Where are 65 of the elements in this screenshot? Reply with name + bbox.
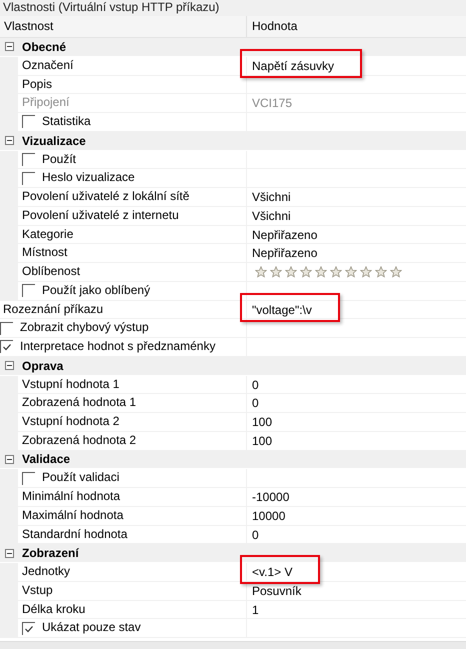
section-header: Validace [22, 452, 70, 466]
property-value[interactable]: Posuvník [252, 582, 302, 600]
property-label: Vstupní hodnota 2 [18, 413, 247, 431]
checkbox-label: Statistika [42, 113, 91, 130]
property-label: Označení [18, 56, 247, 74]
checkbox[interactable] [22, 172, 35, 185]
property-label: Rozeznání příkazu [0, 300, 247, 318]
checkbox[interactable] [22, 622, 35, 635]
property-label: Minimální hodnota [18, 488, 247, 506]
property-label: Vstupní hodnota 1 [18, 376, 247, 394]
property-label: Povolení uživatelé z internetu [18, 206, 247, 224]
property-value[interactable]: Napětí zásuvky [252, 56, 334, 75]
checkbox[interactable] [0, 322, 13, 335]
property-label: Oblíbenost [18, 263, 247, 281]
property-label: Zobrazená hodnota 2 [18, 432, 247, 450]
section-header: Vizualizace [22, 134, 86, 148]
column-header[interactable]: Hodnota [247, 16, 298, 37]
property-label: Povolení uživatelé z lokální sítě [18, 188, 247, 206]
property-label: Délka kroku [18, 600, 247, 618]
checkbox-label: Heslo vizualizace [42, 169, 135, 186]
panel-title: Vlastnosti (Virtuální vstup HTTP příkazu) [0, 0, 466, 16]
property-value[interactable]: Všichni [252, 206, 291, 225]
checkbox-label: Použít validaci [42, 469, 120, 486]
collapse-icon[interactable] [5, 136, 14, 146]
property-value[interactable]: 0 [252, 394, 259, 412]
property-value[interactable]: <v.1> V [252, 563, 292, 581]
property-label: Místnost [18, 244, 247, 262]
property-label: Jednotky [18, 563, 247, 581]
checkbox[interactable] [22, 152, 35, 166]
property-label: Vstup [18, 582, 247, 600]
collapse-icon[interactable] [5, 454, 14, 464]
property-label: Kategorie [18, 226, 247, 244]
property-value[interactable]: 10000 [252, 506, 286, 525]
checkbox-label: Použít jako oblíbený [42, 282, 150, 299]
collapse-icon[interactable] [5, 361, 14, 370]
collapse-icon[interactable] [5, 548, 14, 558]
property-value[interactable]: -10000 [252, 488, 290, 506]
checkbox[interactable] [0, 340, 13, 354]
scrollbar[interactable] [0, 641, 466, 649]
property-value[interactable]: Nepřiřazeno [252, 244, 318, 262]
section-header: Obecné [22, 40, 66, 54]
checkbox-label: Ukázat pouze stav [42, 619, 141, 636]
checkbox-label: Použít [42, 150, 76, 168]
property-value[interactable]: 0 [252, 526, 259, 544]
property-label: Standardní hodnota [18, 526, 247, 544]
collapse-icon[interactable] [5, 42, 14, 52]
checkbox[interactable] [22, 284, 35, 298]
property-value[interactable]: "voltage":\v [252, 300, 312, 318]
property-value[interactable]: 0 [252, 376, 259, 394]
property-label: Zobrazená hodnota 1 [18, 394, 247, 412]
checkbox[interactable] [22, 115, 35, 128]
property-value[interactable]: 100 [252, 432, 272, 450]
section-header: Oprava [22, 358, 64, 373]
checkbox-label: Zobrazit chybový výstup [20, 319, 149, 336]
column-header[interactable]: Vlastnost [0, 16, 247, 37]
property-value[interactable]: 100 [252, 413, 272, 431]
checkbox-label: Interpretace hodnot s předznaménky [20, 338, 216, 356]
property-label: Popis [18, 76, 247, 94]
property-value[interactable]: Všichni [252, 188, 291, 206]
property-value[interactable]: Nepřiřazeno [252, 226, 318, 244]
section-header: Zobrazení [22, 546, 79, 560]
checkbox[interactable] [22, 472, 35, 485]
property-value[interactable]: 1 [252, 600, 259, 618]
property-label: Připojení [18, 94, 247, 112]
property-label: Maximální hodnota [18, 506, 247, 524]
